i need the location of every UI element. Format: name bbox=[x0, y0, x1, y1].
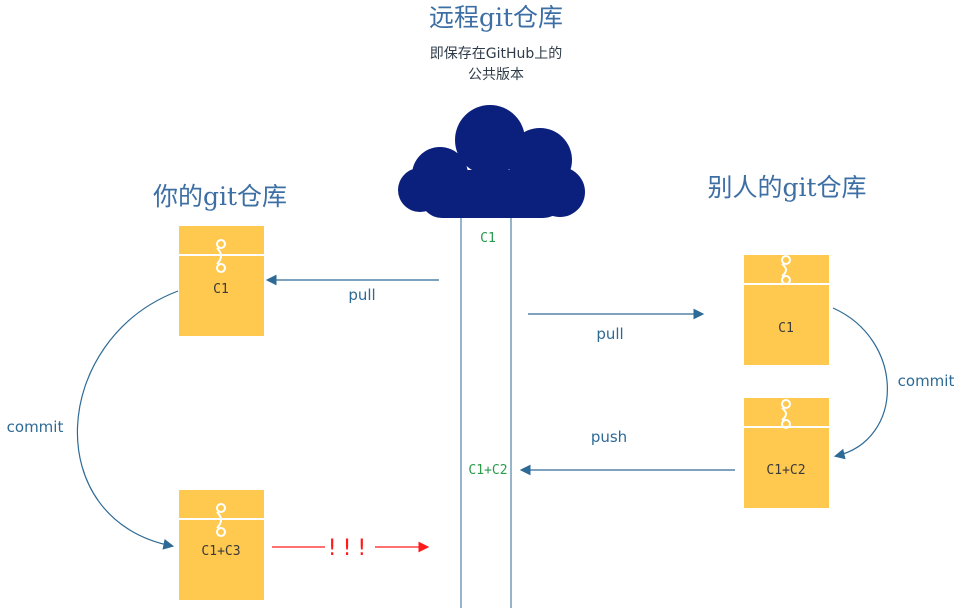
git-workflow-diagram: 远程git仓库 即保存在GitHub上的 公共版本 C1 C1+C2 你的git… bbox=[7, 3, 955, 608]
your-commit-arrow bbox=[76, 290, 179, 550]
remote-commit-top: C1 bbox=[480, 231, 496, 246]
others-folder-top-label: C1 bbox=[778, 321, 794, 336]
your-pull-label: pull bbox=[348, 286, 375, 304]
others-commit-arrow bbox=[832, 307, 888, 460]
remote-repo-title: 远程git仓库 bbox=[429, 3, 563, 32]
others-folder-bottom-label: C1+C2 bbox=[766, 463, 805, 478]
your-commit-label: commit bbox=[7, 418, 64, 436]
your-folder-top: C1 bbox=[179, 226, 264, 336]
remote-repo-subtitle-line2: 公共版本 bbox=[468, 67, 524, 83]
your-folder-bottom: C1+C3 bbox=[179, 490, 264, 600]
others-pull-label: pull bbox=[596, 325, 623, 343]
remote-commit-bottom: C1+C2 bbox=[468, 463, 507, 478]
others-folder-top: C1 bbox=[744, 255, 829, 365]
remote-repo-subtitle-line1: 即保存在GitHub上的 bbox=[430, 46, 563, 62]
others-commit-label: commit bbox=[898, 372, 955, 390]
your-repo-title: 你的git仓库 bbox=[153, 182, 287, 211]
others-folder-bottom: C1+C2 bbox=[744, 398, 829, 508]
cloud-icon bbox=[398, 105, 585, 218]
warning-text: !!! bbox=[328, 536, 372, 561]
others-push-label: push bbox=[591, 428, 627, 446]
your-folder-bottom-label: C1+C3 bbox=[201, 544, 240, 559]
your-folder-top-label: C1 bbox=[213, 282, 229, 297]
others-repo-title: 别人的git仓库 bbox=[707, 173, 866, 202]
